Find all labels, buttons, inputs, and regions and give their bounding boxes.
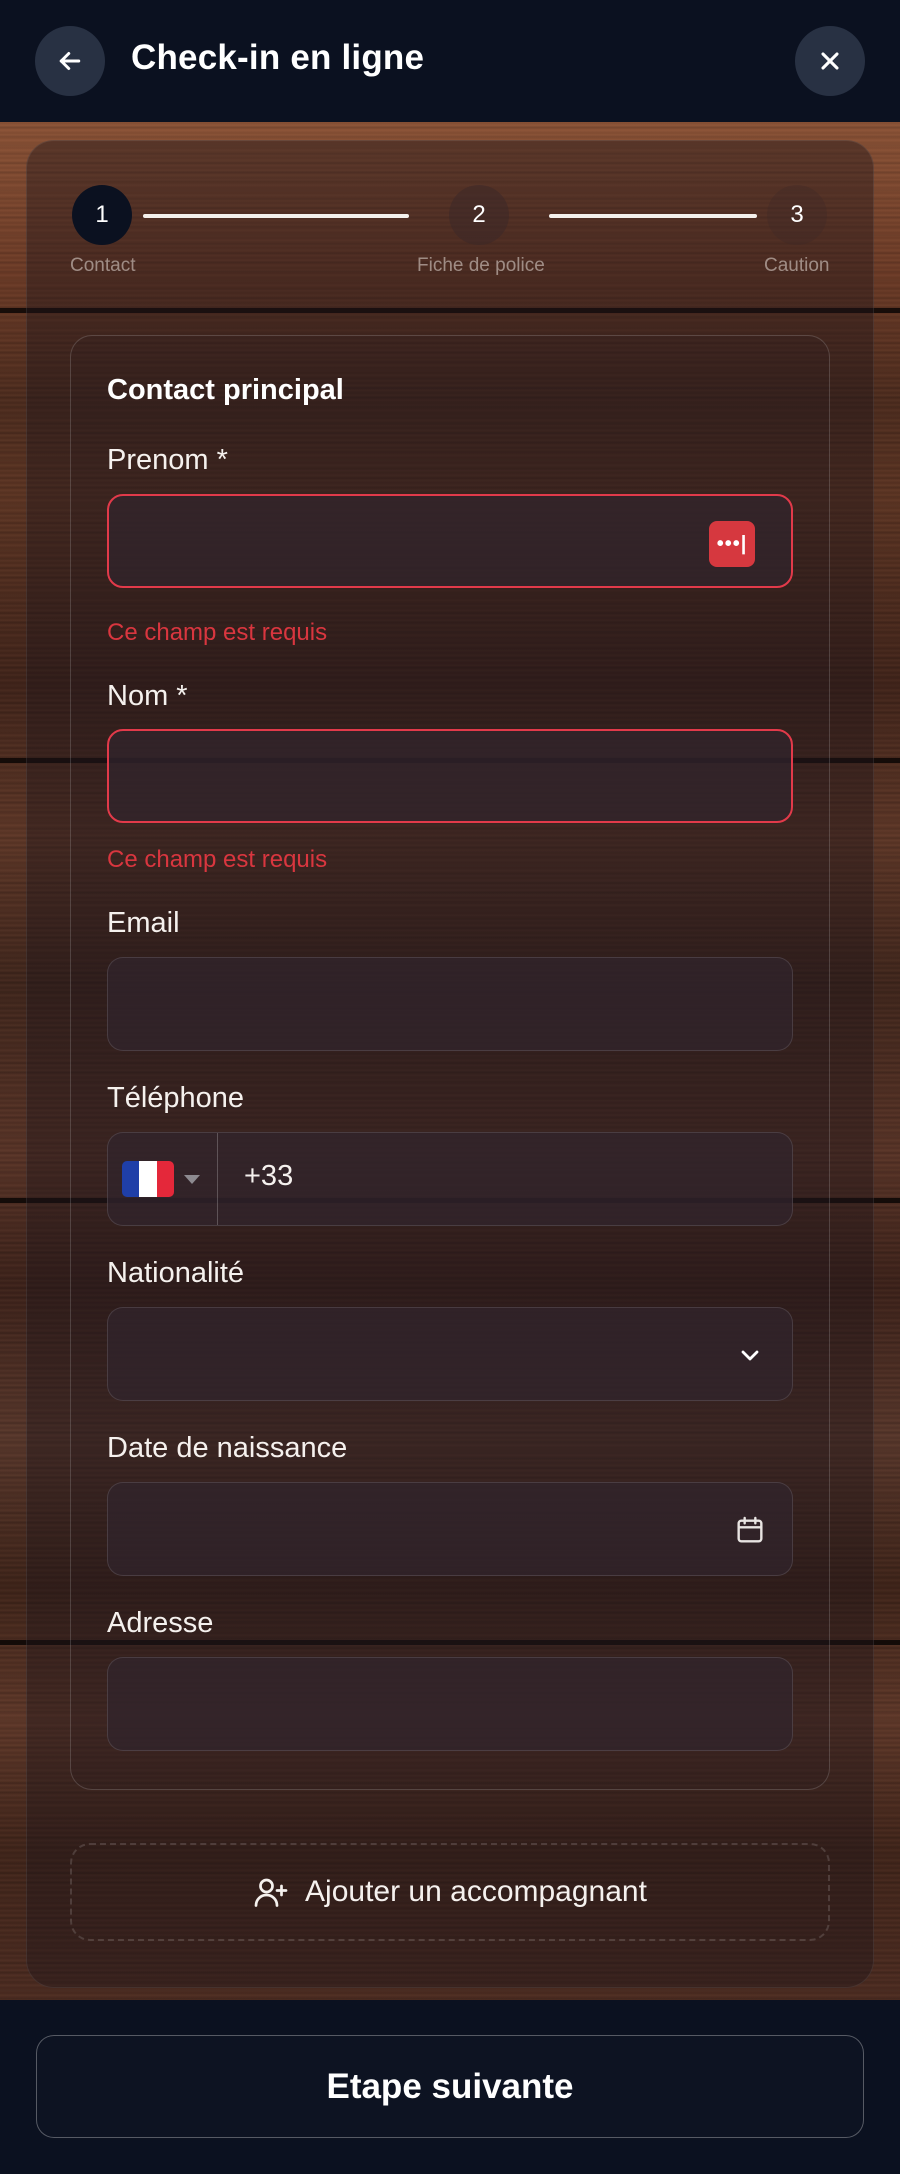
france-flag-icon xyxy=(122,1161,174,1197)
telephone-input[interactable]: +33 xyxy=(107,1132,793,1226)
adresse-input[interactable] xyxy=(107,1657,793,1751)
step-3-indicator[interactable]: 3 xyxy=(767,185,827,245)
nationalite-select[interactable] xyxy=(107,1307,793,1401)
prenom-input[interactable]: •••| xyxy=(107,494,793,588)
step-connector xyxy=(549,214,757,218)
step-1-label: Contact xyxy=(70,255,136,276)
caret-down-icon xyxy=(184,1174,200,1184)
telephone-label: Téléphone xyxy=(107,1082,245,1114)
email-input[interactable] xyxy=(107,957,793,1051)
nom-input[interactable] xyxy=(107,729,793,823)
calendar-icon[interactable] xyxy=(730,1510,770,1550)
close-icon xyxy=(821,52,839,70)
user-plus-icon xyxy=(254,1878,288,1907)
arrow-left-icon xyxy=(59,52,81,70)
top-app-bar: Check-in en ligne xyxy=(0,0,900,122)
step-2-indicator[interactable]: 2 xyxy=(449,185,509,245)
close-button[interactable] xyxy=(795,26,865,96)
add-companion-label: Ajouter un accompagnant xyxy=(305,1875,647,1908)
phone-prefix-value: +33 xyxy=(244,1160,294,1192)
page-title: Check-in en ligne xyxy=(131,38,425,77)
date-naissance-input[interactable] xyxy=(107,1482,793,1576)
nom-label: Nom * xyxy=(107,680,188,712)
prenom-error: Ce champ est requis xyxy=(107,619,328,646)
back-button[interactable] xyxy=(35,26,105,96)
chevron-down-icon xyxy=(730,1335,770,1375)
nom-error: Ce champ est requis xyxy=(107,846,328,873)
email-label: Email xyxy=(107,907,180,939)
password-manager-icon[interactable]: •••| xyxy=(709,521,755,567)
step-3-label: Caution xyxy=(764,255,830,276)
step-1-indicator[interactable]: 1 xyxy=(72,185,132,245)
prenom-label: Prenom * xyxy=(107,444,228,476)
adresse-label: Adresse xyxy=(107,1607,214,1639)
next-step-button[interactable]: Etape suivante xyxy=(36,2035,864,2138)
step-connector xyxy=(143,214,409,218)
section-title: Contact principal xyxy=(107,374,344,406)
date-naissance-label: Date de naissance xyxy=(107,1432,348,1464)
add-companion-button[interactable]: Ajouter un accompagnant xyxy=(70,1843,830,1941)
nationalite-label: Nationalité xyxy=(107,1257,245,1289)
step-2-label: Fiche de police xyxy=(417,255,545,276)
country-code-selector[interactable] xyxy=(108,1133,218,1225)
